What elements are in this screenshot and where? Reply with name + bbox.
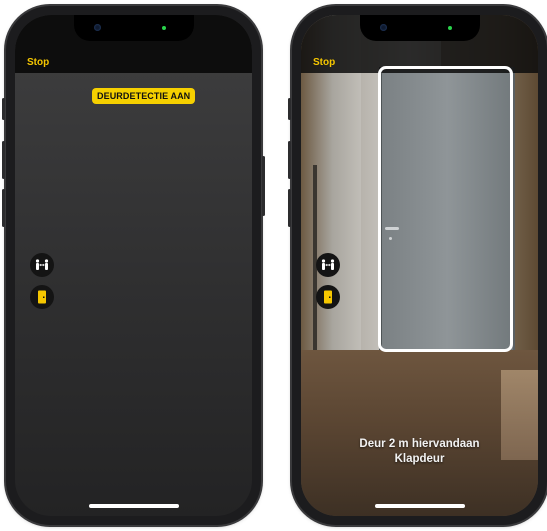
door-detection-button[interactable] — [30, 285, 54, 309]
people-detection-icon — [35, 259, 49, 270]
volume-down-button — [2, 189, 5, 227]
door-detection-box — [378, 66, 513, 352]
front-camera-icon — [93, 24, 101, 31]
screen-right: Stop Deur 2 m hiervandaan Klapdeur — [301, 15, 538, 516]
camera-indicator-icon — [447, 26, 452, 30]
volume-up-button — [2, 141, 5, 179]
volume-up-button — [288, 141, 291, 179]
mute-switch — [288, 98, 291, 120]
phone-right: Stop Deur 2 m hiervandaan Klapdeur — [288, 6, 547, 525]
people-detection-button[interactable] — [316, 253, 340, 277]
notch — [73, 15, 194, 41]
detection-type-text: Klapdeur — [394, 453, 445, 465]
phone-left: Stop DEURDETECTIE AAN — [2, 6, 265, 525]
front-camera-icon — [379, 24, 387, 31]
people-detection-icon — [321, 259, 335, 270]
detection-distance-text: Deur 2 m hiervandaan — [359, 438, 480, 450]
door-detection-status-badge: DEURDETECTIE AAN — [92, 88, 196, 104]
door-detection-icon — [38, 290, 46, 304]
home-indicator[interactable] — [88, 504, 179, 508]
stop-button[interactable]: Stop — [27, 57, 49, 68]
camera-indicator-icon — [161, 26, 166, 30]
door-detection-button[interactable] — [316, 285, 340, 309]
power-button — [262, 156, 265, 216]
screen-left: Stop DEURDETECTIE AAN — [15, 15, 252, 516]
home-indicator[interactable] — [374, 504, 465, 508]
door-detection-icon — [324, 290, 332, 304]
mute-switch — [2, 98, 5, 120]
notch — [359, 15, 480, 41]
stop-button[interactable]: Stop — [313, 57, 335, 68]
people-detection-button[interactable] — [30, 253, 54, 277]
volume-down-button — [288, 189, 291, 227]
